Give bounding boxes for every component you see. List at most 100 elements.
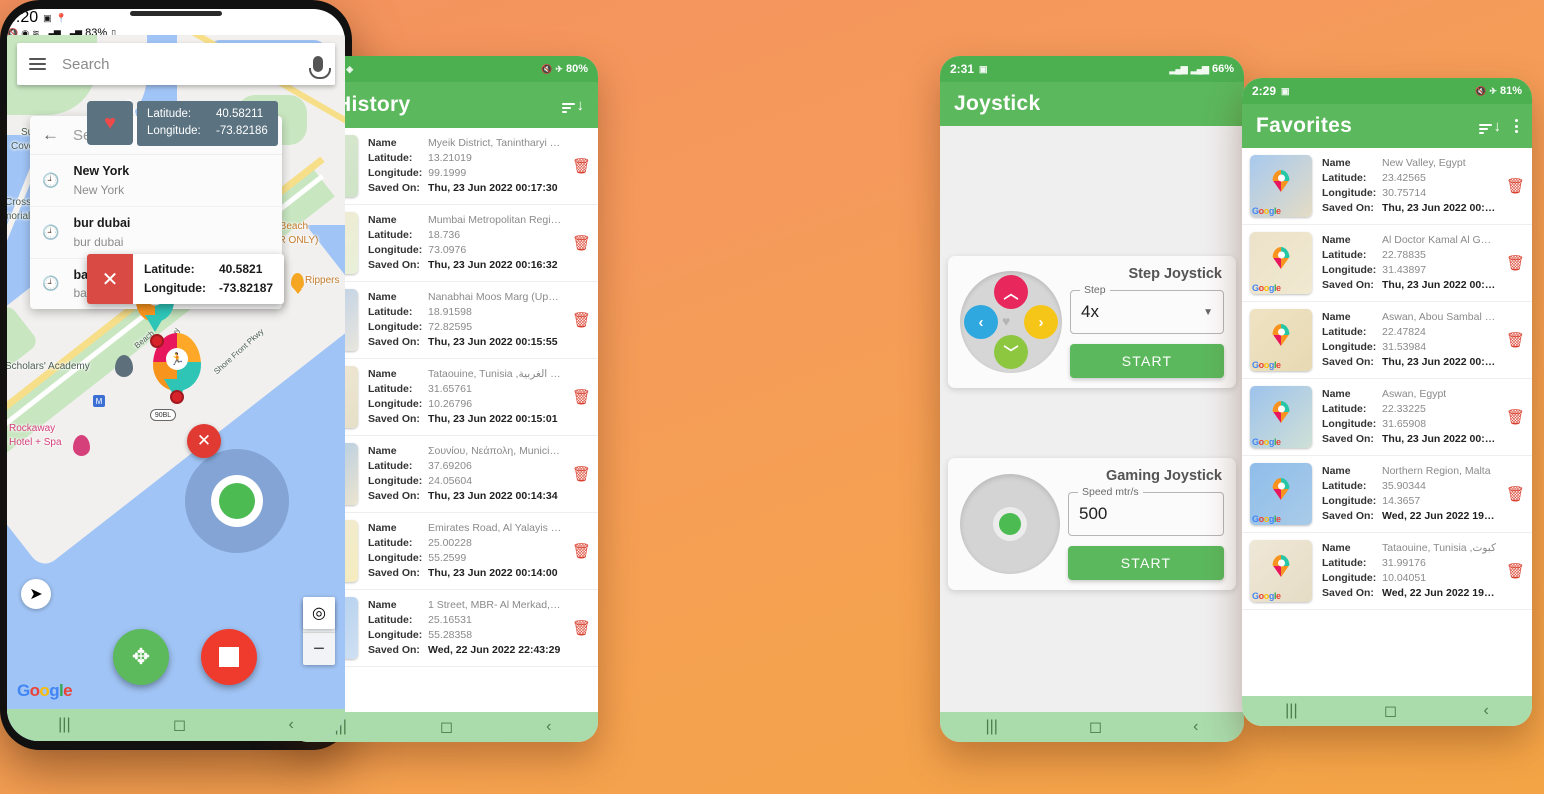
step-dpad[interactable]: ︿ ﹀ ‹ › ♥: [960, 271, 1062, 373]
trash-icon[interactable]: 🗑: [572, 388, 591, 406]
list-item[interactable]: Google Name Aswan, Abou Sambal Road, Abu …: [1242, 302, 1532, 379]
trash-icon[interactable]: 🗑: [572, 542, 591, 560]
home-button[interactable]: ◻: [1384, 701, 1397, 721]
longitude-value: 30.75714: [1382, 187, 1427, 199]
longitude-label: Longitude:: [1322, 264, 1377, 276]
name-value: Σουνίου, Νεάπολη, Municipality of Lav: [428, 445, 562, 458]
joystick-knob[interactable]: [219, 483, 255, 519]
battery-percent: 66%: [1211, 63, 1234, 75]
trash-icon[interactable]: 🗑: [1506, 408, 1525, 426]
back-button[interactable]: ‹: [546, 718, 551, 736]
compass-icon[interactable]: ➤: [21, 579, 51, 609]
longitude-value: 10.04051: [1382, 572, 1427, 584]
trash-icon[interactable]: 🗑: [572, 234, 591, 252]
recents-button[interactable]: |||: [1285, 702, 1297, 720]
trash-icon[interactable]: 🗑: [572, 465, 591, 483]
longitude-label: Longitude:: [147, 125, 201, 138]
system-nav-bar[interactable]: ||| ◻ ‹: [7, 709, 345, 741]
gaming-start-button[interactable]: START: [1068, 546, 1224, 580]
home-button[interactable]: ◻: [1089, 717, 1102, 737]
speed-input[interactable]: Speed mtr/s 500: [1068, 486, 1224, 536]
search-input[interactable]: Search: [62, 56, 297, 73]
gaming-joystick-pad[interactable]: [960, 474, 1060, 574]
saved-label: Saved On:: [1322, 509, 1374, 522]
trash-icon[interactable]: 🗑: [1506, 331, 1525, 349]
longitude-label: Longitude:: [368, 167, 423, 179]
home-button[interactable]: ◻: [173, 715, 186, 735]
name-label: Name: [1322, 465, 1351, 478]
stop-fab-button[interactable]: [201, 629, 257, 685]
trash-icon[interactable]: 🗑: [1506, 177, 1525, 195]
sort-descending-icon[interactable]: ↓: [561, 98, 584, 113]
transit-icon[interactable]: M: [93, 395, 105, 407]
kebab-menu-icon[interactable]: [1515, 119, 1518, 133]
trash-icon[interactable]: 🗑: [572, 311, 591, 329]
home-button[interactable]: ◻: [440, 717, 453, 737]
trash-icon[interactable]: 🗑: [1506, 254, 1525, 272]
history-icon: 🕘: [42, 275, 60, 292]
back-button[interactable]: ‹: [288, 716, 293, 734]
list-item[interactable]: Google Name Al Doctor Kamal Al Ganzori Ax…: [1242, 225, 1532, 302]
joystick-knob[interactable]: [999, 513, 1021, 535]
saved-label: Saved On:: [368, 643, 420, 656]
hotel-poi-icon[interactable]: [73, 435, 90, 456]
recent-search-item[interactable]: 🕘 bur dubai bur dubai: [30, 207, 282, 259]
latitude-value: 18.736: [428, 229, 461, 242]
longitude-value: 31.53984: [1382, 341, 1427, 353]
microphone-icon[interactable]: [309, 56, 331, 79]
saved-label: Saved On:: [1322, 201, 1374, 214]
list-item[interactable]: Google Name New Valley, Egypt Latitude: 23…: [1242, 148, 1532, 225]
recents-button[interactable]: |||: [58, 716, 70, 734]
system-nav-bar[interactable]: ||| ◻ ‹: [1242, 696, 1532, 726]
latitude-value: 25.00228: [428, 537, 472, 550]
saved-value: Thu, 23 Jun 2022 00:15:55: [428, 335, 558, 348]
list-item[interactable]: Google Name Northern Region, Malta Latitu…: [1242, 456, 1532, 533]
school-poi-icon[interactable]: [115, 355, 133, 377]
status-time: 3:20: [7, 9, 39, 26]
recents-button[interactable]: |||: [985, 718, 997, 736]
my-location-icon[interactable]: ◎: [303, 597, 335, 629]
chevron-down-icon[interactable]: ▼: [1203, 307, 1213, 318]
dpad-up-button[interactable]: ︿: [994, 275, 1028, 309]
dpad-right-button[interactable]: ›: [1024, 305, 1058, 339]
page-title: Joystick: [954, 92, 1041, 115]
dpad-left-button[interactable]: ‹: [964, 305, 998, 339]
name-label: Name: [368, 368, 397, 381]
recent-search-item[interactable]: 🕘 New York New York: [30, 155, 282, 207]
back-button[interactable]: ‹: [1483, 702, 1488, 720]
close-icon[interactable]: ✕: [87, 254, 133, 305]
longitude-label: Longitude:: [1322, 341, 1377, 353]
map-joystick[interactable]: [185, 449, 289, 553]
trash-icon[interactable]: 🗑: [572, 157, 591, 175]
list-item[interactable]: Google Name Aswan, Egypt Latitude: 22.3322…: [1242, 379, 1532, 456]
camera-icon: ▣: [1281, 85, 1289, 96]
saved-value: Thu, 23 Jun 2022 00:14:34: [428, 489, 558, 502]
back-button[interactable]: ‹: [1193, 718, 1198, 736]
zoom-out-button[interactable]: −: [303, 633, 335, 665]
longitude-label: Longitude:: [1322, 418, 1377, 430]
step-select[interactable]: Step 4x ▼: [1070, 284, 1224, 334]
step-start-button[interactable]: START: [1070, 344, 1224, 378]
system-nav-bar[interactable]: ||| ◻ ‹: [940, 712, 1244, 742]
dpad-down-button[interactable]: ﹀: [994, 335, 1028, 369]
back-arrow-icon[interactable]: ←: [42, 125, 59, 145]
saved-label: Saved On:: [368, 412, 420, 425]
trash-icon[interactable]: 🗑: [572, 619, 591, 637]
sort-descending-icon[interactable]: ↓: [1478, 119, 1501, 134]
search-bar[interactable]: Search: [17, 43, 335, 85]
airplane-icon: ✈: [555, 63, 562, 74]
heart-icon[interactable]: ♥: [87, 101, 133, 145]
trash-icon[interactable]: 🗑: [1506, 485, 1525, 503]
longitude-label: Longitude:: [144, 281, 206, 296]
stop-small-button[interactable]: ✕: [187, 424, 221, 458]
dpad-fab-button[interactable]: ✥: [113, 629, 169, 685]
list-item[interactable]: Google Name Tataouine, Tunisia ,كبوت Lati…: [1242, 533, 1532, 610]
poi-pin-icon[interactable]: [291, 273, 304, 290]
heart-icon[interactable]: ♥: [1002, 313, 1020, 331]
longitude-value: 55.2599: [428, 552, 467, 564]
favorites-list[interactable]: Google Name New Valley, Egypt Latitude: 23…: [1242, 148, 1532, 610]
hamburger-icon[interactable]: [29, 58, 46, 70]
trash-icon[interactable]: 🗑: [1506, 562, 1525, 580]
latitude-label: Latitude:: [368, 152, 413, 165]
latitude-label: Latitude:: [1322, 480, 1367, 493]
